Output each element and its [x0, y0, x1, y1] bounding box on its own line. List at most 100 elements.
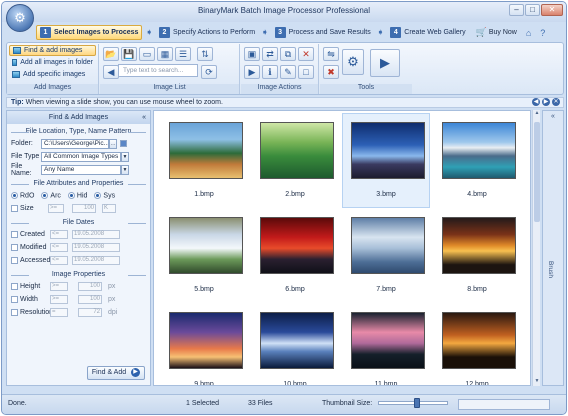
created-op-select[interactable]: <= [50, 230, 68, 239]
size-value-input[interactable]: 100 [72, 204, 96, 213]
step-process-save[interactable]: 3 Process and Save Results [272, 25, 374, 40]
delete-icon[interactable]: ✕ [298, 47, 314, 61]
height-checkbox[interactable] [11, 283, 18, 290]
size-checkbox[interactable] [11, 205, 18, 212]
status-text: Done. [8, 400, 27, 407]
blank-icon[interactable]: □ [298, 65, 314, 79]
include-subfolders-checkbox[interactable] [120, 140, 127, 147]
app-menu-orb-icon[interactable]: ⚙ [6, 4, 34, 32]
modified-op-select[interactable]: <= [50, 243, 68, 252]
step-specify-actions[interactable]: 2 Specify Actions to Perform [156, 25, 258, 40]
collapse-icon[interactable]: « [142, 111, 146, 124]
filetype-select[interactable]: All Common Image Types [41, 151, 121, 162]
open-list-icon[interactable]: 📂 [103, 47, 119, 61]
tip-prev-icon[interactable]: ◀ [532, 98, 540, 106]
sort-icon[interactable]: ⇅ [197, 47, 213, 61]
image-move-icon[interactable]: ⇄ [262, 47, 278, 61]
chevron-down-icon[interactable]: ▼ [121, 164, 129, 175]
width-checkbox[interactable] [11, 296, 18, 303]
image-edit-icon[interactable]: ✎ [280, 65, 296, 79]
image-thumbnail-item[interactable]: 2.bmp [251, 113, 339, 208]
accessed-checkbox[interactable] [11, 257, 18, 264]
attr-archive-radio[interactable]: Arc [41, 191, 61, 199]
find-add-button[interactable]: Find & Add ▶ [87, 366, 145, 380]
image-properties-icon[interactable]: ℹ [262, 65, 278, 79]
image-copy-icon[interactable]: ⧉ [280, 47, 296, 61]
created-checkbox[interactable] [11, 231, 18, 238]
back-icon[interactable]: ◀ [103, 65, 119, 79]
help-icon[interactable]: ? [540, 28, 545, 38]
tip-close-icon[interactable]: ✕ [552, 98, 560, 106]
chevron-down-icon[interactable]: ▼ [121, 151, 129, 162]
image-thumbnail-item[interactable]: 11.bmp [342, 303, 430, 385]
image-view-icon[interactable]: ▣ [244, 47, 260, 61]
slider-knob[interactable] [414, 398, 420, 408]
created-date-input[interactable]: 19.05.2008 [72, 230, 120, 239]
accessed-op-select[interactable]: <= [50, 256, 68, 265]
convert-icon[interactable]: ⇋ [323, 47, 339, 61]
home-icon[interactable]: ⌂ [526, 28, 531, 38]
selected-count: 1 Selected [186, 400, 220, 407]
search-input[interactable]: Type text to search... [118, 64, 198, 77]
slideshow-icon[interactable]: ▶ [244, 65, 260, 79]
image-thumbnail-item[interactable]: 9.bmp [160, 303, 248, 385]
buy-now-button[interactable]: 🛒 Buy Now [476, 27, 517, 38]
height-op-select[interactable]: >= [50, 282, 68, 291]
arrow-right-icon: ➧ [145, 27, 153, 37]
find-add-images-button[interactable]: Find & add images [9, 45, 96, 56]
tip-bar: Tip: When viewing a slide show, you can … [6, 97, 564, 108]
scroll-thumb[interactable] [534, 122, 540, 222]
gallery-scrollbar[interactable]: ▲ ▼ [532, 110, 540, 386]
height-value-input[interactable]: 100 [78, 282, 102, 291]
attr-system-radio[interactable]: Sys [94, 191, 115, 199]
folder-field[interactable]: C:\Users\George\Pic... [41, 138, 109, 149]
image-thumbnail-item[interactable]: 12.bmp [433, 303, 521, 385]
group-label: Image List [100, 84, 239, 94]
accessed-date-input[interactable]: 19.05.2008 [72, 256, 120, 265]
attr-hidden-radio[interactable]: Hid [67, 191, 87, 199]
list-view-icon[interactable]: ☰ [175, 47, 191, 61]
select-all-icon[interactable]: ▭ [139, 47, 155, 61]
scroll-up-icon[interactable]: ▲ [533, 110, 541, 118]
clear-icon[interactable]: ✖ [323, 65, 339, 79]
thumbnail-view-icon[interactable]: ▦ [157, 47, 173, 61]
settings-gear-icon[interactable]: ⚙ [342, 49, 364, 75]
close-button[interactable]: ✕ [541, 4, 563, 16]
image-thumbnail-item[interactable]: 7.bmp [342, 208, 430, 303]
resolution-checkbox[interactable] [11, 309, 18, 316]
modified-date-input[interactable]: 19.05.2008 [72, 243, 120, 252]
title-bar: BinaryMark Batch Image Processor Profess… [2, 2, 566, 22]
minimize-button[interactable]: – [509, 4, 524, 16]
step-select-images[interactable]: 1 Select Images to Process [36, 25, 143, 40]
attr-readonly-radio[interactable]: RdO [11, 191, 34, 199]
expand-icon[interactable]: « [543, 113, 563, 120]
modified-checkbox[interactable] [11, 244, 18, 251]
add-specific-images-button[interactable]: Add specific images [9, 69, 96, 80]
image-thumbnail-item[interactable]: 5.bmp [160, 208, 248, 303]
size-op-select[interactable]: >= [48, 204, 64, 213]
size-unit-select[interactable]: K [102, 204, 116, 213]
step-web-gallery[interactable]: 4 Create Web Gallery [387, 25, 468, 40]
save-list-icon[interactable]: 💾 [121, 47, 137, 61]
image-thumbnail-item[interactable]: 3.bmp [342, 113, 430, 208]
refresh-icon[interactable]: ⟳ [201, 65, 217, 79]
image-thumbnail-item[interactable]: 4.bmp [433, 113, 521, 208]
filename-select[interactable]: Any Name [41, 164, 121, 175]
width-value-input[interactable]: 100 [78, 295, 102, 304]
tip-next-icon[interactable]: ▶ [542, 98, 550, 106]
thumbnail-image [260, 122, 334, 179]
image-thumbnail-item[interactable]: 8.bmp [433, 208, 521, 303]
browse-button[interactable]: … [109, 138, 117, 149]
resolution-op-select[interactable]: = [50, 308, 68, 317]
scroll-down-icon[interactable]: ▼ [533, 378, 541, 386]
right-panel-label[interactable]: Brush [547, 261, 554, 278]
add-folder-images-button[interactable]: Add all images in folder [9, 57, 96, 68]
maximize-button[interactable]: □ [525, 4, 540, 16]
thumbnail-size-slider[interactable] [378, 398, 448, 408]
image-thumbnail-item[interactable]: 6.bmp [251, 208, 339, 303]
width-op-select[interactable]: >= [50, 295, 68, 304]
image-thumbnail-item[interactable]: 10.bmp [251, 303, 339, 385]
resolution-value-input[interactable]: 72 [78, 308, 102, 317]
batch-process-icon[interactable]: ▶ [370, 49, 400, 77]
image-thumbnail-item[interactable]: 1.bmp [160, 113, 248, 208]
